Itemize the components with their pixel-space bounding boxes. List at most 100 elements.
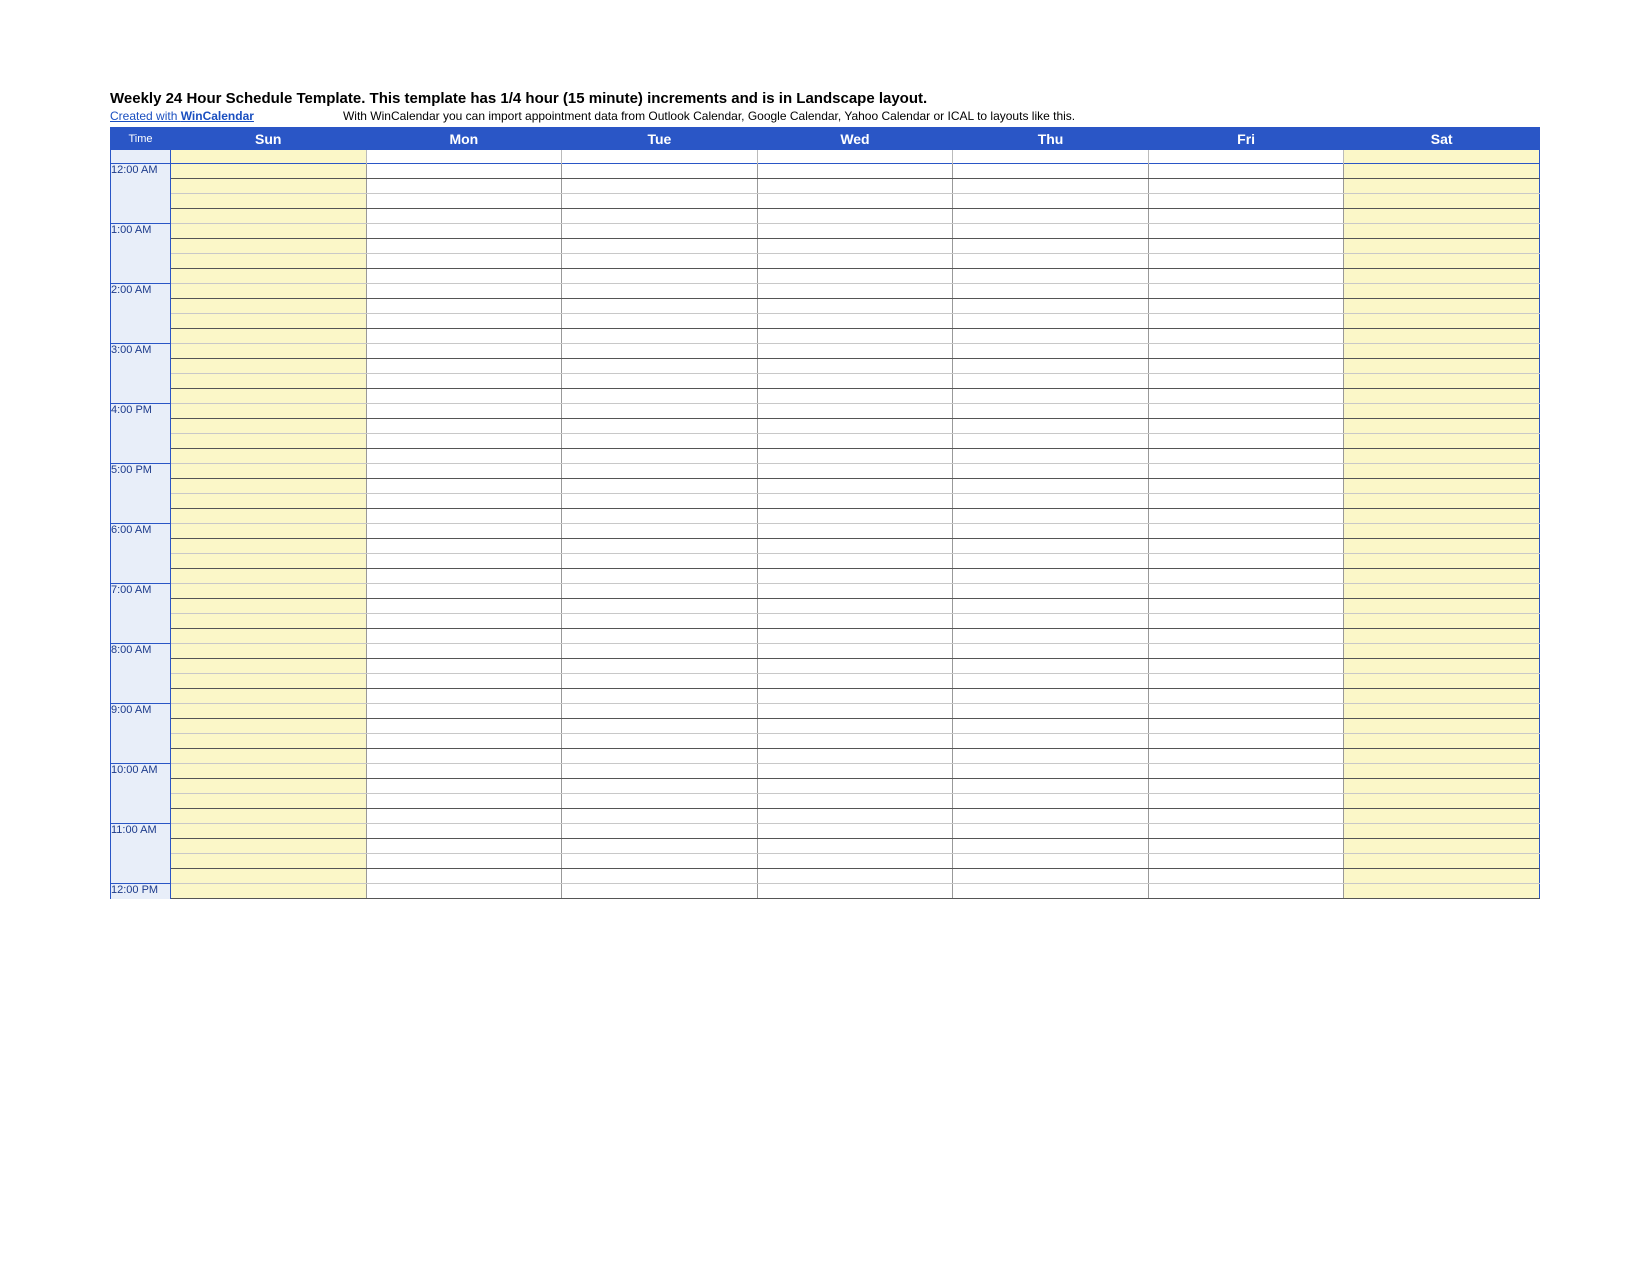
schedule-cell[interactable] (171, 734, 367, 749)
schedule-cell[interactable] (1344, 764, 1540, 779)
schedule-cell[interactable] (953, 854, 1149, 869)
schedule-cell[interactable] (171, 779, 367, 794)
schedule-cell[interactable] (171, 419, 367, 434)
schedule-cell[interactable] (1148, 734, 1344, 749)
schedule-cell[interactable] (1148, 854, 1344, 869)
schedule-cell[interactable] (562, 284, 758, 299)
schedule-cell[interactable] (171, 659, 367, 674)
schedule-cell[interactable] (1148, 554, 1344, 569)
schedule-cell[interactable] (171, 359, 367, 374)
schedule-cell[interactable] (366, 644, 562, 659)
schedule-cell[interactable] (1148, 704, 1344, 719)
schedule-cell[interactable] (366, 839, 562, 854)
schedule-cell[interactable] (562, 494, 758, 509)
created-with-link[interactable]: Created with WinCalendar (110, 109, 254, 123)
schedule-cell[interactable] (757, 719, 953, 734)
schedule-cell[interactable] (366, 194, 562, 209)
schedule-cell[interactable] (366, 344, 562, 359)
schedule-cell[interactable] (1148, 839, 1344, 854)
schedule-cell[interactable] (953, 314, 1149, 329)
schedule-cell[interactable] (171, 404, 367, 419)
schedule-cell[interactable] (366, 269, 562, 284)
schedule-cell[interactable] (1344, 269, 1540, 284)
schedule-cell[interactable] (1148, 164, 1344, 179)
schedule-cell[interactable] (562, 389, 758, 404)
schedule-cell[interactable] (757, 224, 953, 239)
schedule-cell[interactable] (953, 869, 1149, 884)
schedule-cell[interactable] (1148, 449, 1344, 464)
schedule-cell[interactable] (953, 704, 1149, 719)
schedule-cell[interactable] (757, 314, 953, 329)
schedule-cell[interactable] (366, 329, 562, 344)
schedule-cell[interactable] (757, 689, 953, 704)
schedule-cell[interactable] (562, 479, 758, 494)
schedule-cell[interactable] (562, 269, 758, 284)
schedule-cell[interactable] (1344, 689, 1540, 704)
schedule-cell[interactable] (562, 869, 758, 884)
schedule-cell[interactable] (562, 404, 758, 419)
schedule-cell[interactable] (1344, 494, 1540, 509)
schedule-cell[interactable] (171, 464, 367, 479)
schedule-cell[interactable] (1148, 674, 1344, 689)
schedule-cell[interactable] (1344, 599, 1540, 614)
schedule-cell[interactable] (366, 314, 562, 329)
schedule-cell[interactable] (171, 194, 367, 209)
schedule-cell[interactable] (562, 839, 758, 854)
schedule-cell[interactable] (953, 779, 1149, 794)
schedule-cell[interactable] (366, 239, 562, 254)
schedule-cell[interactable] (1148, 269, 1344, 284)
schedule-cell[interactable] (757, 854, 953, 869)
schedule-cell[interactable] (366, 734, 562, 749)
schedule-cell[interactable] (1148, 869, 1344, 884)
schedule-cell[interactable] (953, 734, 1149, 749)
schedule-cell[interactable] (953, 299, 1149, 314)
schedule-cell[interactable] (171, 509, 367, 524)
schedule-cell[interactable] (757, 404, 953, 419)
schedule-cell[interactable] (953, 239, 1149, 254)
schedule-cell[interactable] (757, 659, 953, 674)
schedule-cell[interactable] (562, 434, 758, 449)
schedule-cell[interactable] (953, 150, 1149, 164)
schedule-cell[interactable] (1148, 284, 1344, 299)
schedule-cell[interactable] (562, 764, 758, 779)
schedule-cell[interactable] (171, 449, 367, 464)
schedule-cell[interactable] (562, 584, 758, 599)
schedule-cell[interactable] (757, 644, 953, 659)
schedule-cell[interactable] (1344, 389, 1540, 404)
schedule-cell[interactable] (1344, 809, 1540, 824)
schedule-cell[interactable] (953, 374, 1149, 389)
schedule-cell[interactable] (1148, 314, 1344, 329)
schedule-cell[interactable] (366, 524, 562, 539)
schedule-cell[interactable] (953, 254, 1149, 269)
schedule-cell[interactable] (1344, 254, 1540, 269)
schedule-cell[interactable] (562, 704, 758, 719)
schedule-cell[interactable] (953, 644, 1149, 659)
schedule-cell[interactable] (366, 719, 562, 734)
schedule-cell[interactable] (171, 164, 367, 179)
schedule-cell[interactable] (171, 824, 367, 839)
schedule-cell[interactable] (1148, 539, 1344, 554)
schedule-cell[interactable] (366, 854, 562, 869)
schedule-cell[interactable] (1344, 449, 1540, 464)
schedule-cell[interactable] (757, 374, 953, 389)
schedule-cell[interactable] (953, 569, 1149, 584)
schedule-cell[interactable] (757, 749, 953, 764)
schedule-cell[interactable] (1344, 404, 1540, 419)
schedule-cell[interactable] (953, 659, 1149, 674)
schedule-cell[interactable] (171, 674, 367, 689)
schedule-cell[interactable] (757, 194, 953, 209)
schedule-cell[interactable] (562, 524, 758, 539)
schedule-cell[interactable] (171, 239, 367, 254)
schedule-cell[interactable] (366, 674, 562, 689)
schedule-cell[interactable] (757, 794, 953, 809)
schedule-cell[interactable] (366, 689, 562, 704)
schedule-cell[interactable] (171, 269, 367, 284)
schedule-cell[interactable] (171, 644, 367, 659)
schedule-cell[interactable] (1344, 884, 1540, 899)
schedule-cell[interactable] (1344, 224, 1540, 239)
schedule-cell[interactable] (757, 479, 953, 494)
schedule-cell[interactable] (757, 584, 953, 599)
schedule-cell[interactable] (757, 809, 953, 824)
schedule-cell[interactable] (171, 494, 367, 509)
schedule-cell[interactable] (562, 554, 758, 569)
